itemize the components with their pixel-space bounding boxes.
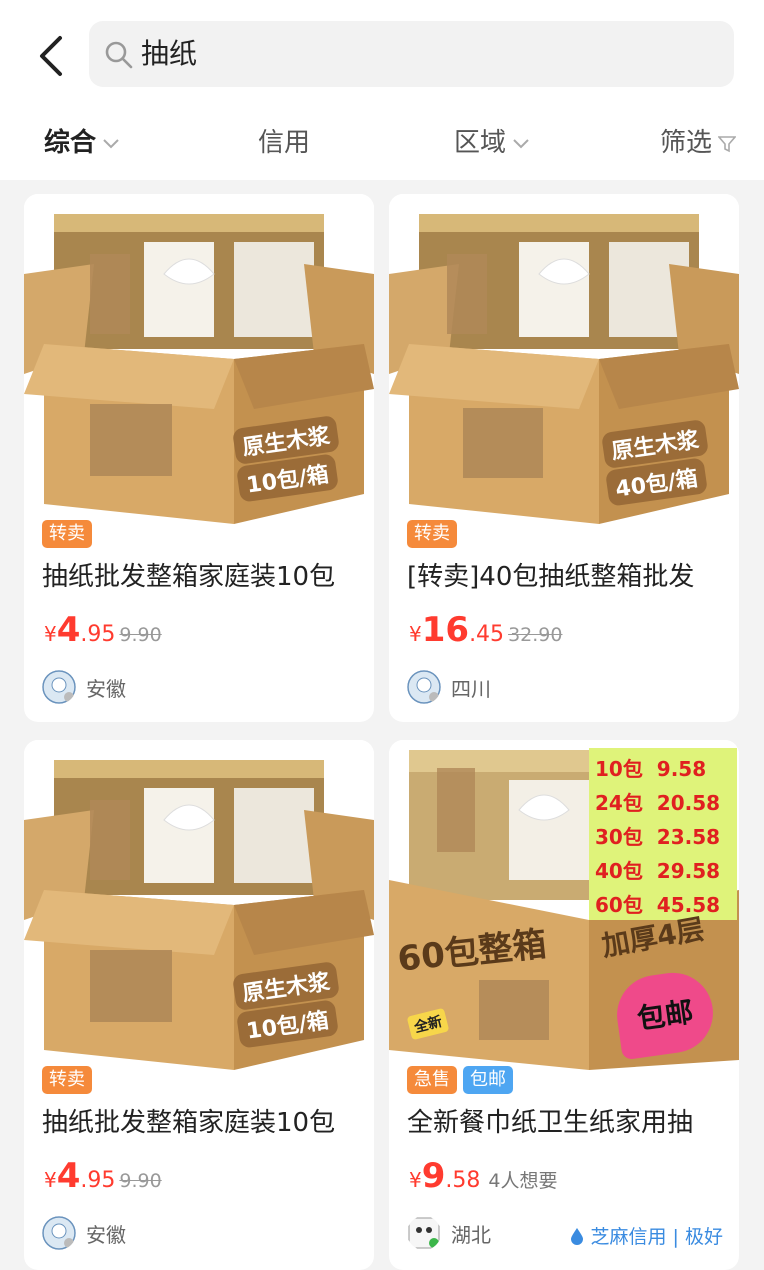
tag-urgent: 急售: [407, 1066, 457, 1094]
tab-label: 区域: [454, 128, 507, 158]
blurred-area: [90, 800, 130, 880]
price-list-row: 10包 9.58: [595, 757, 707, 781]
avatar: [407, 670, 441, 704]
seller-location: 湖北: [451, 1222, 491, 1247]
price-integer: 4: [56, 1156, 81, 1196]
price-list-row: 30包 23.58: [595, 825, 721, 849]
avatar: [408, 1217, 440, 1249]
seller-row[interactable]: 四川: [407, 670, 491, 704]
price: ¥9.58 4人想要: [409, 1156, 558, 1196]
currency-symbol: ¥: [409, 622, 422, 646]
credit-badge: 芝麻信用 | 极好: [570, 1222, 723, 1249]
want-count: 4人想要: [488, 1170, 558, 1192]
avatar: [42, 1216, 76, 1250]
tag-resell: 转卖: [407, 520, 457, 548]
seller-location: 四川: [451, 676, 491, 701]
product-image[interactable]: 原生木浆 10包/箱: [24, 194, 374, 524]
price: ¥16.45 32.90: [409, 610, 562, 650]
tab-region[interactable]: 区域: [454, 126, 530, 160]
top-bar: 抽纸 综合 信用 区域 筛选: [0, 0, 764, 180]
seller-row[interactable]: 安徽: [42, 1216, 126, 1250]
price-decimal: .95: [80, 622, 116, 647]
blurred-area: [90, 254, 130, 334]
chevron-down-icon: [513, 138, 529, 148]
tab-label: 筛选: [660, 128, 713, 158]
blurred-area: [463, 408, 543, 478]
original-price: 9.90: [119, 624, 162, 646]
product-title[interactable]: [转卖]40包抽纸整箱批发: [407, 560, 737, 594]
search-bar[interactable]: 抽纸: [89, 21, 734, 87]
product-card[interactable]: 原生木浆 10包/箱 转卖 抽纸批发整箱家庭装10包 ¥4.95 9.90 安徽: [24, 194, 374, 722]
tag-free-shipping: 包邮: [463, 1066, 513, 1094]
search-query[interactable]: 抽纸: [141, 35, 197, 73]
price-integer: 9: [421, 1156, 446, 1196]
price-list-row: 40包 29.58: [595, 859, 721, 883]
blurred-area: [437, 768, 475, 852]
product-image[interactable]: 原生木浆 40包/箱: [389, 194, 739, 524]
currency-symbol: ¥: [44, 1168, 57, 1192]
drop-icon: [571, 1228, 584, 1245]
tab-comprehensive[interactable]: 综合: [44, 126, 120, 160]
back-arrow-icon[interactable]: [32, 32, 72, 80]
tab-credit[interactable]: 信用: [258, 126, 310, 160]
product-card[interactable]: 原生木浆 40包/箱 转卖 [转卖]40包抽纸整箱批发 ¥16.45 32.90 …: [389, 194, 739, 722]
blurred-area: [447, 254, 487, 334]
tag-row: 转卖: [42, 520, 92, 550]
seller-location: 安徽: [86, 676, 126, 701]
blurred-area: [479, 980, 549, 1040]
chevron-down-icon: [103, 138, 119, 148]
blurred-area: [90, 950, 172, 1022]
search-icon: [105, 41, 133, 69]
seller-row[interactable]: 安徽: [42, 670, 126, 704]
credit-text: 芝麻信用 | 极好: [590, 1226, 723, 1248]
tag-row: 急售 包邮: [407, 1066, 513, 1096]
currency-symbol: ¥: [409, 1168, 422, 1192]
blurred-area: [90, 404, 172, 476]
tag-row: 转卖: [407, 520, 457, 550]
price: ¥4.95 9.90: [44, 610, 162, 650]
price-integer: 4: [56, 610, 81, 650]
tab-filter[interactable]: 筛选: [660, 126, 737, 160]
seller-location: 安徽: [86, 1222, 126, 1247]
product-card[interactable]: 原生木浆 10包/箱 转卖 抽纸批发整箱家庭装10包 ¥4.95 9.90 安徽: [24, 740, 374, 1270]
tab-label: 信用: [258, 128, 311, 158]
currency-symbol: ¥: [44, 622, 57, 646]
tag-row: 转卖: [42, 1066, 92, 1096]
product-title[interactable]: 抽纸批发整箱家庭装10包: [42, 1106, 372, 1140]
product-image[interactable]: 原生木浆 10包/箱: [24, 740, 374, 1070]
product-title[interactable]: 抽纸批发整箱家庭装10包: [42, 560, 372, 594]
price-decimal: .58: [445, 1168, 481, 1193]
price-integer: 16: [421, 610, 470, 650]
price-list-overlay: 10包 9.58 24包 20.58 30包 23.58 40包 29.58 6…: [589, 748, 737, 920]
original-price: 9.90: [119, 1170, 162, 1192]
price: ¥4.95 9.90: [44, 1156, 162, 1196]
price-list-row: 24包 20.58: [595, 791, 721, 815]
avatar: [42, 670, 76, 704]
seller-row[interactable]: 湖北: [407, 1216, 491, 1250]
product-card[interactable]: 10包 9.58 24包 20.58 30包 23.58 40包 29.58 6…: [389, 740, 739, 1270]
tag-resell: 转卖: [42, 1066, 92, 1094]
product-title[interactable]: 全新餐巾纸卫生纸家用抽: [407, 1106, 737, 1140]
price-decimal: .95: [80, 1168, 116, 1193]
tag-resell: 转卖: [42, 520, 92, 548]
original-price: 32.90: [508, 624, 563, 646]
tab-label: 综合: [44, 128, 97, 158]
filter-funnel-icon: [718, 135, 737, 152]
price-decimal: .45: [469, 622, 505, 647]
product-image[interactable]: 10包 9.58 24包 20.58 30包 23.58 40包 29.58 6…: [389, 740, 739, 1070]
